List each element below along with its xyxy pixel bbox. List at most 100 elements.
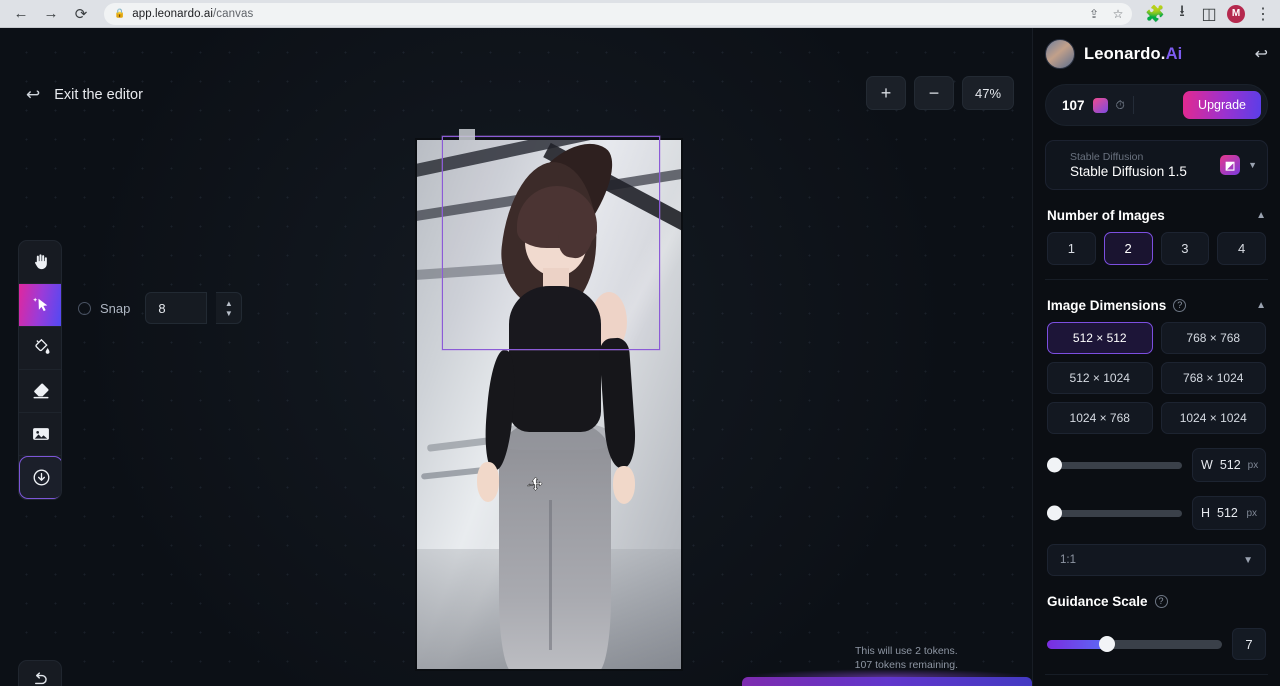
user-avatar[interactable] bbox=[1045, 39, 1075, 69]
stepper-up-icon[interactable]: ▲ bbox=[225, 300, 233, 307]
snap-value-input[interactable]: 8 bbox=[145, 292, 207, 324]
dimension-preset-1024x1024[interactable]: 1024 × 1024 bbox=[1161, 402, 1267, 434]
image-count-option-3[interactable]: 3 bbox=[1161, 232, 1210, 265]
selection-rectangle[interactable] bbox=[442, 136, 660, 350]
exit-editor-label: Exit the editor bbox=[54, 87, 143, 103]
token-coin-icon bbox=[1093, 98, 1108, 113]
puzzle-icon[interactable]: 🧩 bbox=[1146, 5, 1164, 23]
download-icon[interactable]: ⭳ bbox=[1173, 5, 1191, 23]
snap-stepper[interactable]: ▲ ▼ bbox=[216, 292, 242, 324]
lock-icon: 🔒 bbox=[114, 8, 125, 19]
forward-arrow-icon[interactable]: → bbox=[38, 2, 64, 26]
dimension-preset-768x768[interactable]: 768 × 768 bbox=[1161, 322, 1267, 354]
zoom-level-display[interactable]: 47% bbox=[962, 76, 1014, 110]
side-panel-icon[interactable]: ◫ bbox=[1200, 5, 1218, 23]
divider bbox=[1045, 279, 1268, 280]
magic-select-icon bbox=[31, 295, 51, 315]
reload-icon[interactable]: ⟳ bbox=[68, 2, 94, 26]
guidance-scale-control: 7 bbox=[1033, 628, 1280, 660]
token-count: 107 bbox=[1062, 98, 1085, 113]
model-kicker: Stable Diffusion bbox=[1070, 151, 1212, 163]
snap-checkbox[interactable] bbox=[78, 302, 91, 315]
upgrade-button[interactable]: Upgrade bbox=[1183, 91, 1261, 119]
model-selector[interactable]: Stable Diffusion Stable Diffusion 1.5 ◩ … bbox=[1045, 140, 1268, 190]
brand-logo: Leonardo.Ai bbox=[1084, 45, 1182, 64]
image-icon bbox=[31, 424, 51, 444]
image-tool-button[interactable] bbox=[19, 413, 62, 456]
stepper-down-icon[interactable]: ▼ bbox=[225, 310, 233, 317]
dimension-preset-512x512[interactable]: 512 × 512 bbox=[1047, 322, 1153, 354]
snap-control: Snap 8 ▲ ▼ bbox=[78, 292, 242, 324]
figure-seam bbox=[549, 500, 552, 650]
zoom-out-button[interactable]: − bbox=[914, 76, 954, 110]
dimension-preset-512x1024[interactable]: 512 × 1024 bbox=[1047, 362, 1153, 394]
image-count-option-2[interactable]: 2 bbox=[1104, 232, 1153, 265]
section-title: Number of Images bbox=[1047, 208, 1165, 223]
chevron-down-icon[interactable]: ▼ bbox=[1243, 555, 1253, 566]
profile-avatar[interactable]: M bbox=[1227, 5, 1245, 23]
panel-header: Leonardo.Ai ↩ bbox=[1033, 28, 1280, 80]
tokens-usage-line: This will use 2 tokens. bbox=[855, 645, 958, 659]
number-of-images-options: 1 2 3 4 bbox=[1033, 232, 1280, 265]
height-slider-knob[interactable] bbox=[1047, 506, 1062, 521]
dimension-preset-1024x768[interactable]: 1024 × 768 bbox=[1047, 402, 1153, 434]
guidance-scale-slider[interactable] bbox=[1047, 640, 1222, 649]
collapse-panel-icon[interactable]: ↩ bbox=[1255, 44, 1268, 64]
zoom-controls: + − 47% bbox=[866, 76, 1014, 110]
chevron-up-icon[interactable]: ▲ bbox=[1256, 210, 1266, 221]
clock-icon[interactable]: ⏱ bbox=[1116, 98, 1125, 113]
fill-tool-button[interactable] bbox=[19, 327, 62, 370]
width-value: 512 bbox=[1220, 458, 1241, 472]
divider bbox=[1133, 96, 1134, 114]
height-unit: px bbox=[1246, 508, 1257, 519]
star-icon[interactable]: ☆ bbox=[1108, 4, 1128, 24]
canvas-area[interactable]: ↩ Exit the editor + − 47% bbox=[0, 28, 1032, 686]
height-slider[interactable] bbox=[1047, 510, 1182, 517]
exit-editor-button[interactable]: ↩ Exit the editor bbox=[26, 86, 143, 103]
section-title: Image Dimensions bbox=[1047, 298, 1166, 313]
generate-button-bar[interactable] bbox=[742, 677, 1032, 686]
section-title: Guidance Scale bbox=[1047, 594, 1148, 609]
image-dimensions-header[interactable]: Image Dimensions ? ▲ bbox=[1033, 288, 1280, 322]
number-of-images-header[interactable]: Number of Images ▲ bbox=[1033, 198, 1280, 232]
undo-button[interactable] bbox=[18, 660, 62, 686]
zoom-in-button[interactable]: + bbox=[866, 76, 906, 110]
help-icon[interactable]: ? bbox=[1173, 299, 1186, 312]
app-root: ↩ Exit the editor + − 47% bbox=[0, 28, 1280, 686]
guidance-scale-value[interactable]: 7 bbox=[1232, 628, 1266, 660]
height-input[interactable]: H 512 px bbox=[1192, 496, 1266, 530]
selection-handle[interactable] bbox=[459, 129, 475, 140]
figure-hand bbox=[477, 462, 499, 502]
width-input[interactable]: W 512 px bbox=[1192, 448, 1266, 482]
width-unit: px bbox=[1248, 460, 1259, 471]
height-label: H bbox=[1201, 506, 1210, 520]
eraser-icon bbox=[31, 381, 51, 401]
dimension-preset-768x1024[interactable]: 768 × 1024 bbox=[1161, 362, 1267, 394]
width-slider-knob[interactable] bbox=[1047, 458, 1062, 473]
address-bar[interactable]: 🔒 app.leonardo.ai/canvas ⇪ ☆ bbox=[104, 3, 1132, 25]
hand-tool-button[interactable] bbox=[19, 241, 62, 284]
back-arrow-icon[interactable]: ← bbox=[8, 2, 34, 26]
chevron-up-icon[interactable]: ▲ bbox=[1256, 300, 1266, 311]
download-tool-button[interactable] bbox=[19, 456, 62, 499]
chevron-down-icon[interactable]: ▼ bbox=[1248, 160, 1257, 170]
three-dot-menu-icon[interactable]: ⋮ bbox=[1254, 5, 1272, 23]
help-icon[interactable]: ? bbox=[1155, 595, 1168, 608]
eraser-tool-button[interactable] bbox=[19, 370, 62, 413]
width-slider[interactable] bbox=[1047, 462, 1182, 469]
hand-icon bbox=[31, 252, 51, 272]
tool-rail bbox=[18, 240, 62, 500]
dimension-presets: 512 × 512 768 × 768 512 × 1024 768 × 102… bbox=[1033, 322, 1280, 434]
guidance-scale-knob[interactable] bbox=[1099, 636, 1115, 652]
figure-hand bbox=[613, 466, 635, 504]
aspect-ratio-select[interactable]: 1:1 ▼ bbox=[1047, 544, 1266, 576]
model-name: Stable Diffusion 1.5 bbox=[1070, 164, 1212, 179]
undo-icon bbox=[31, 670, 50, 686]
image-count-option-1[interactable]: 1 bbox=[1047, 232, 1096, 265]
share-icon[interactable]: ⇪ bbox=[1084, 4, 1104, 24]
select-tool-button[interactable] bbox=[19, 284, 62, 327]
exit-arrow-icon: ↩ bbox=[26, 86, 40, 103]
token-balance-row: 107 ⏱ Upgrade bbox=[1045, 84, 1268, 126]
snap-label: Snap bbox=[100, 301, 130, 316]
image-count-option-4[interactable]: 4 bbox=[1217, 232, 1266, 265]
